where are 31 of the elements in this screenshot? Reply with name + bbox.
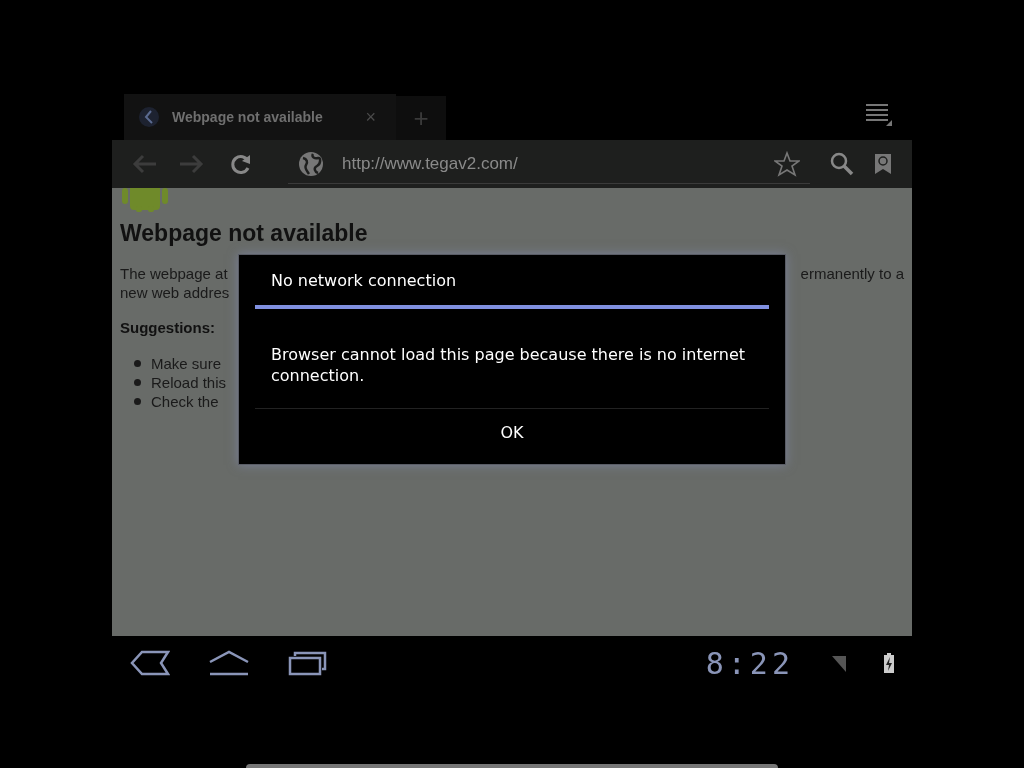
star-icon[interactable]: [774, 150, 800, 177]
tab-title: Webpage not available: [172, 107, 324, 127]
tab-close-button[interactable]: ×: [365, 103, 376, 131]
paragraph-text: ermanently to a: [800, 264, 904, 283]
signal-icon: [832, 654, 846, 672]
clock: 8:22: [705, 644, 794, 683]
url-field[interactable]: http://www.tegav2.com/: [288, 144, 810, 184]
bullet-icon: [134, 397, 141, 405]
bullet-icon: [134, 359, 141, 367]
back-icon[interactable]: [130, 650, 170, 676]
recent-apps-icon[interactable]: [288, 650, 328, 676]
battery-charging-icon: [884, 653, 894, 673]
bullet-icon: [134, 378, 141, 386]
dialog-title: No network connection: [271, 270, 457, 292]
favicon-icon: [138, 106, 160, 128]
reload-icon[interactable]: [230, 153, 252, 175]
suggestion-text: Check the: [151, 391, 219, 411]
paragraph-text: The webpage at: [120, 264, 228, 283]
browser-tab[interactable]: Webpage not available ×: [124, 94, 396, 140]
paragraph-text: new web addres: [120, 283, 230, 302]
suggestion-text: Reload this: [151, 372, 227, 392]
search-icon[interactable]: [830, 152, 854, 176]
dialog-message: Browser cannot load this page because there is no internet connection.: [271, 344, 747, 387]
menu-icon[interactable]: [866, 102, 892, 126]
bookmarks-icon[interactable]: [874, 153, 892, 175]
android-robot-icon: [120, 188, 170, 212]
globe-icon: [298, 150, 324, 177]
suggestions-label: Suggestions:: [120, 318, 215, 338]
page-heading: Webpage not available: [120, 219, 368, 248]
suggestion-text: Make sure: [151, 353, 222, 373]
home-icon[interactable]: [208, 650, 250, 676]
